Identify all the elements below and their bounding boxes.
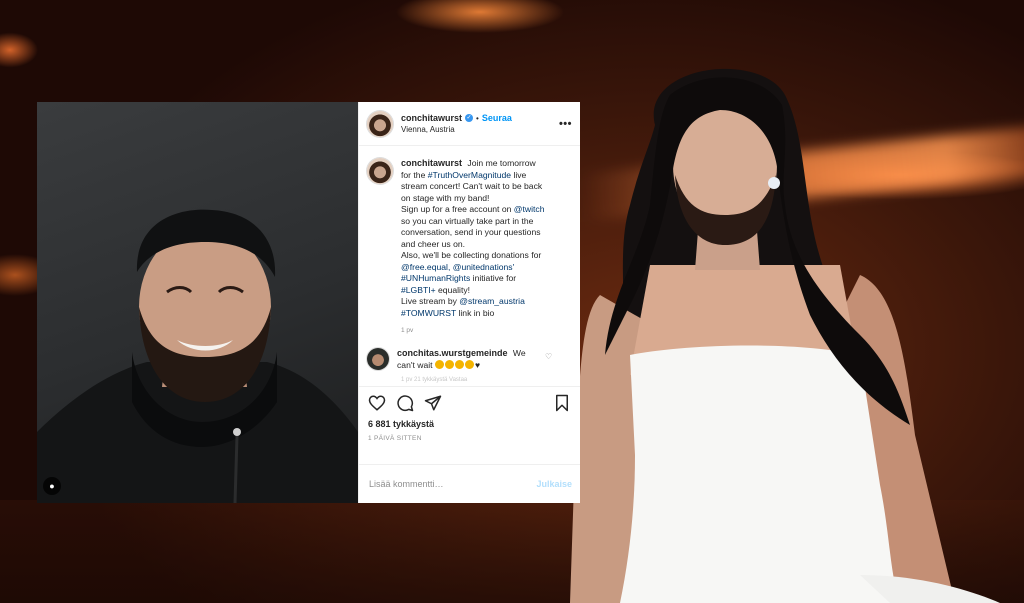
header-username[interactable]: conchitawurst — [401, 113, 462, 123]
caption-text: conchitawurst Join me tomorrow for the #… — [401, 158, 561, 319]
post-header: conchitawurst ✓ • Seuraa Vienna, Austria… — [359, 102, 580, 146]
comments-section: conchitawurst Join me tomorrow for the #… — [359, 146, 580, 386]
comment-input[interactable] — [369, 479, 537, 489]
caption-line: stream concert! Can't wait to be back — [401, 181, 543, 191]
instagram-embed: ● conchitawurst ✓ • Seuraa Vienna, Austr… — [37, 102, 580, 503]
post-sidebar: conchitawurst ✓ • Seuraa Vienna, Austria… — [358, 102, 580, 503]
caption-line: Join me tomorrow — [467, 158, 536, 168]
caption-line: so you can virtually take part in the — [401, 215, 534, 226]
caption-line: on stage with my band! — [401, 192, 490, 203]
comment-meta: 1 pv 21 tykkäystä Vastaa — [401, 377, 468, 383]
caption: conchitawurst Join me tomorrow for the #… — [367, 158, 572, 319]
caption-line: #TOMWURST link in bio — [401, 307, 495, 318]
post-photo: ● — [37, 102, 358, 503]
comment-icon[interactable] — [396, 394, 414, 412]
like-count[interactable]: 6 881 tykkäystä — [368, 419, 571, 429]
verified-icon: ✓ — [465, 114, 474, 122]
comment-like-icon[interactable]: ♡ — [545, 352, 552, 361]
avatar[interactable] — [367, 110, 393, 137]
follow-button[interactable]: Seuraa — [482, 113, 512, 123]
comment-text-start: We — [512, 348, 526, 358]
caption-avatar[interactable] — [367, 158, 393, 184]
post-actions: 6 881 tykkäystä 1 päivä sitten — [359, 386, 580, 464]
caption-line: Also, we'll be collecting donations for — [401, 250, 542, 260]
clap-emoji-icon — [434, 359, 444, 369]
comment-username[interactable]: conchitas.wurstgemeinde — [397, 348, 508, 358]
comment-avatar[interactable] — [367, 348, 389, 370]
post-age: 1 päivä sitten — [368, 435, 422, 442]
like-icon[interactable] — [368, 394, 386, 412]
caption-time: 1 pv — [401, 327, 414, 334]
heart-eyes-emoji-icon — [464, 359, 474, 369]
add-comment-bar: Julkaise — [359, 464, 580, 503]
caption-line: conversation, send in your questions — [401, 227, 541, 237]
more-options-icon[interactable]: ••• — [558, 118, 572, 130]
comment: conchitas.wurstgemeinde We can't wait ♥ … — [367, 348, 572, 371]
caption-line: #LGBTI+ equality! — [401, 284, 471, 295]
comment-text-end: can't wait — [397, 359, 433, 370]
caption-line: Sign up for a free account on @twitch — [401, 204, 545, 214]
bookmark-icon[interactable] — [553, 394, 571, 412]
black-heart-icon: ♥ — [474, 359, 481, 370]
caption-line: for the #TruthOverMagnitude live — [401, 169, 527, 180]
caption-line: Live stream by @stream_austria — [401, 296, 525, 306]
clap-emoji-icon — [444, 359, 454, 369]
heart-eyes-emoji-icon — [454, 359, 464, 369]
post-comment-button[interactable]: Julkaise — [536, 479, 572, 489]
comment-text: conchitas.wurstgemeinde We can't wait ♥ — [397, 348, 537, 371]
caption-line: #UNHumanRights initiative for — [401, 273, 517, 283]
caption-line: and cheer us on. — [401, 238, 466, 249]
share-icon[interactable] — [424, 394, 442, 412]
performer-photo — [560, 55, 1000, 603]
header-separator: • — [476, 113, 479, 123]
caption-line[interactable]: @free.equal, @unitednations' — [401, 262, 561, 274]
person-icon: ● — [49, 480, 55, 491]
location-link[interactable]: Vienna, Austria — [401, 125, 558, 134]
user-tag-button[interactable]: ● — [43, 477, 61, 495]
caption-username[interactable]: conchitawurst — [401, 158, 462, 168]
